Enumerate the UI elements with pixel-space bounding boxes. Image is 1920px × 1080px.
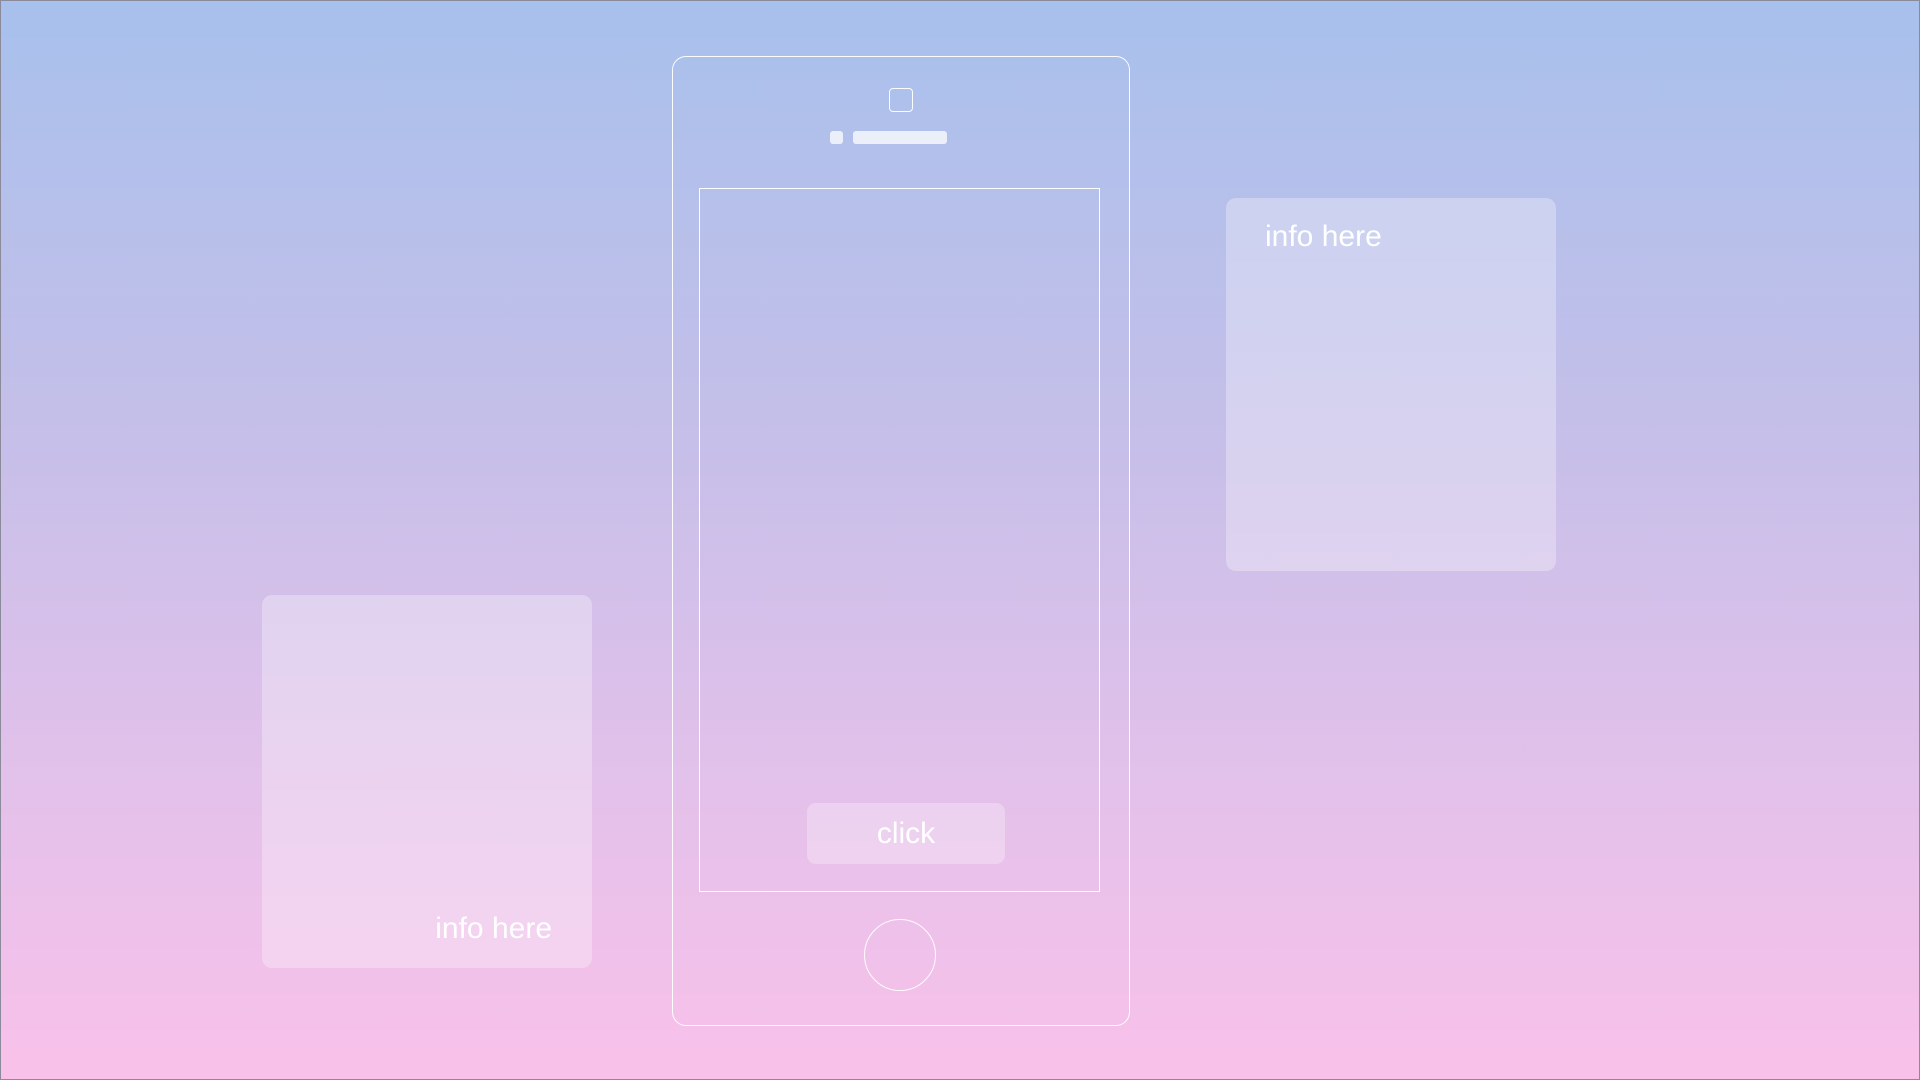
info-card-left: info here	[262, 595, 592, 968]
sensor-dot-icon	[830, 131, 843, 144]
speaker-grille-icon	[853, 131, 947, 144]
front-camera-icon	[889, 88, 913, 112]
info-card-left-text: info here	[435, 912, 552, 945]
phone-mockup: click	[672, 56, 1130, 1026]
phone-screen: click	[699, 188, 1100, 892]
info-card-right-text: info here	[1265, 220, 1382, 253]
info-card-right: info here	[1226, 198, 1556, 571]
click-button[interactable]: click	[807, 803, 1005, 864]
home-button[interactable]	[864, 919, 936, 991]
